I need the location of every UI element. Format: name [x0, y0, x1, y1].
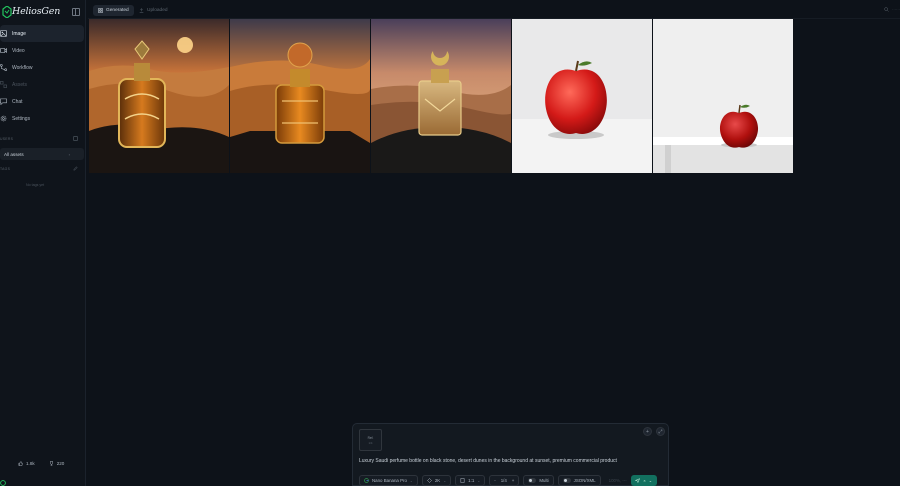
- collapse-sidebar-icon[interactable]: [72, 8, 80, 16]
- tab-generated-label: Generated: [106, 8, 129, 13]
- image-icon: [0, 30, 7, 37]
- status-icon: [0, 480, 6, 486]
- multiply-icon: ×: [643, 478, 646, 483]
- prompt-panel: Ref. 1/4 + ⤢ Luxury Saudi perfume bottle…: [352, 423, 669, 486]
- gear-icon: [0, 115, 7, 122]
- add-button[interactable]: +: [643, 427, 652, 436]
- json-toggle[interactable]: JSON/XML: [557, 475, 601, 486]
- plus-icon: +: [646, 428, 649, 435]
- nav-label-assets: Assets: [12, 81, 28, 88]
- reference-image-slot[interactable]: Ref. 1/4: [359, 429, 382, 451]
- resolution-select[interactable]: 2K ⌄: [421, 475, 452, 486]
- gallery-image-perfume-3[interactable]: [371, 19, 511, 173]
- chevron-down-icon: ⌄: [477, 478, 481, 483]
- send-icon: [635, 478, 641, 483]
- minus-icon[interactable]: -: [494, 478, 495, 483]
- nav-item-settings[interactable]: Settings: [0, 110, 84, 127]
- trophy-icon: [49, 461, 53, 466]
- toggle-switch: [528, 478, 537, 483]
- sidebar-stats: 1.8k 220: [18, 461, 64, 466]
- tab-generated[interactable]: Generated: [93, 5, 134, 16]
- reference-label: Ref.: [367, 435, 374, 440]
- google-icon: [364, 478, 369, 483]
- nav-label-chat: Chat: [12, 98, 23, 105]
- reference-count: 1/4: [368, 440, 373, 445]
- grid-icon: [98, 8, 103, 13]
- prompt-input[interactable]: Luxury Saudi perfume bottle on black sto…: [359, 458, 617, 464]
- expand-button[interactable]: ⤢: [656, 427, 665, 436]
- count-stepper[interactable]: - 1/4 +: [489, 475, 520, 486]
- trophies-stat[interactable]: 220: [49, 461, 65, 466]
- tab-uploaded[interactable]: Uploaded: [134, 5, 173, 16]
- manage-users-icon[interactable]: [73, 136, 78, 141]
- logo-mark-icon: [2, 6, 12, 18]
- nav-label-workflow: Workflow: [12, 64, 33, 71]
- multi-toggle[interactable]: Multi: [523, 475, 554, 486]
- aspect-ratio-icon: [460, 478, 465, 483]
- aspect-label: 1:1: [468, 478, 475, 483]
- generation-controls: Nano Banana Pro ⌄ 2K ⌄ 1:1 ⌄ - 1/4 + Mul…: [359, 475, 657, 486]
- chevron-down-icon: ⌄: [443, 478, 447, 483]
- search-icon: [884, 7, 889, 12]
- section-label-tags: TAGS: [0, 167, 11, 171]
- topbar: Generated Uploaded ······: [88, 0, 900, 19]
- section-label-users: USERS: [0, 137, 14, 141]
- nav-item-assets[interactable]: Assets: [0, 76, 84, 93]
- aspect-select[interactable]: 1:1 ⌄: [455, 475, 486, 486]
- plus-icon[interactable]: +: [512, 478, 515, 483]
- image-gallery: [89, 19, 793, 173]
- nav-item-chat[interactable]: Chat: [0, 93, 84, 110]
- all-assets-item[interactable]: All assets ›: [0, 148, 84, 160]
- all-assets-label: All assets: [4, 151, 24, 157]
- chevron-down-icon: ⌄: [409, 478, 413, 483]
- model-label: Nano Banana Pro: [372, 478, 407, 483]
- nav-item-workflow[interactable]: Workflow: [0, 59, 84, 76]
- nav-item-video[interactable]: Video: [0, 42, 84, 59]
- thumbs-up-icon: [18, 461, 23, 466]
- video-icon: [0, 47, 7, 54]
- nav-label-video: Video: [12, 47, 25, 54]
- sidebar: HeliosGen Image Video Workflow Assets Ch…: [0, 0, 86, 486]
- nav-item-image[interactable]: Image: [0, 25, 84, 42]
- search-input[interactable]: ······: [884, 7, 900, 12]
- model-select[interactable]: Nano Banana Pro ⌄: [359, 475, 418, 486]
- likes-count: 1.8k: [26, 461, 35, 466]
- multi-label: Multi: [539, 478, 549, 483]
- nav-label-settings: Settings: [12, 115, 31, 122]
- tags-empty-note: No tags yet: [26, 183, 45, 187]
- diamond-icon: [427, 478, 432, 483]
- chevron-down-icon: ⌄: [648, 478, 653, 483]
- main-nav: Image Video Workflow Assets Chat Setting…: [0, 25, 84, 127]
- credits-readout: 100%, ---: [608, 478, 627, 483]
- resolution-label: 2K: [434, 478, 441, 483]
- assets-icon: [0, 81, 7, 88]
- gallery-image-perfume-1[interactable]: [89, 19, 229, 173]
- search-placeholder: ······: [892, 7, 900, 12]
- edit-tags-icon[interactable]: [73, 166, 78, 171]
- chevron-right-icon: ›: [68, 151, 70, 157]
- trophies-count: 220: [56, 461, 65, 466]
- chat-icon: [0, 98, 7, 105]
- generate-button[interactable]: × ⌄: [630, 475, 657, 486]
- gallery-image-perfume-2[interactable]: [230, 19, 370, 173]
- json-label: JSON/XML: [573, 478, 596, 483]
- gallery-image-apple-1[interactable]: [512, 19, 652, 173]
- upload-icon: [139, 8, 144, 13]
- gallery-image-apple-2[interactable]: [653, 19, 793, 173]
- app-name: HeliosGen: [12, 6, 61, 17]
- count-label: 1/4: [500, 478, 507, 483]
- workflow-icon: [0, 64, 7, 71]
- nav-label-image: Image: [12, 30, 26, 37]
- expand-icon: ⤢: [658, 428, 663, 435]
- tab-uploaded-label: Uploaded: [147, 8, 168, 13]
- likes-stat[interactable]: 1.8k: [18, 461, 35, 466]
- toggle-switch: [562, 478, 571, 483]
